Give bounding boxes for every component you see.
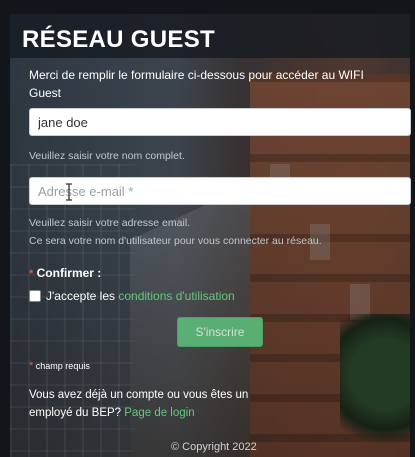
terms-checkbox[interactable] <box>29 290 41 302</box>
submit-button[interactable]: S'inscrire <box>177 317 263 347</box>
copyright-text: © Copyright 2022 <box>171 441 257 453</box>
page-title: RÉSEAU GUEST <box>22 26 215 53</box>
required-note: * champ requis <box>29 360 90 372</box>
terms-row: J'accepte les conditions d'utilisation <box>29 289 235 303</box>
login-page-link[interactable]: Page de login <box>124 407 194 419</box>
required-star-icon: * <box>29 360 34 372</box>
email-field[interactable] <box>29 177 411 205</box>
email-help-text: Veuillez saisir votre adresse email. <box>29 217 191 229</box>
confirm-label-text: Confirmer : <box>36 266 102 280</box>
page-frame: RÉSEAU GUEST Merci de remplir le formula… <box>0 0 415 457</box>
name-help-text: Veuillez saisir votre nom complet. <box>29 150 185 162</box>
text-cursor-icon <box>66 183 72 201</box>
required-star-icon: * <box>29 268 34 280</box>
background-tree <box>340 314 410 457</box>
terms-accept-text: J'accepte les <box>46 289 115 303</box>
login-prompt: Vous avez déjà un compte ou vous êtes un… <box>29 386 269 422</box>
name-field[interactable] <box>29 108 411 136</box>
email-username-note: Ce sera votre nom d'utilisateur pour vou… <box>29 235 322 247</box>
intro-text: Merci de remplir le formulaire ci-dessou… <box>29 68 364 100</box>
confirm-label: * Confirmer : <box>29 266 101 280</box>
terms-link[interactable]: conditions d'utilisation <box>118 289 234 303</box>
required-note-text: champ requis <box>35 361 90 371</box>
